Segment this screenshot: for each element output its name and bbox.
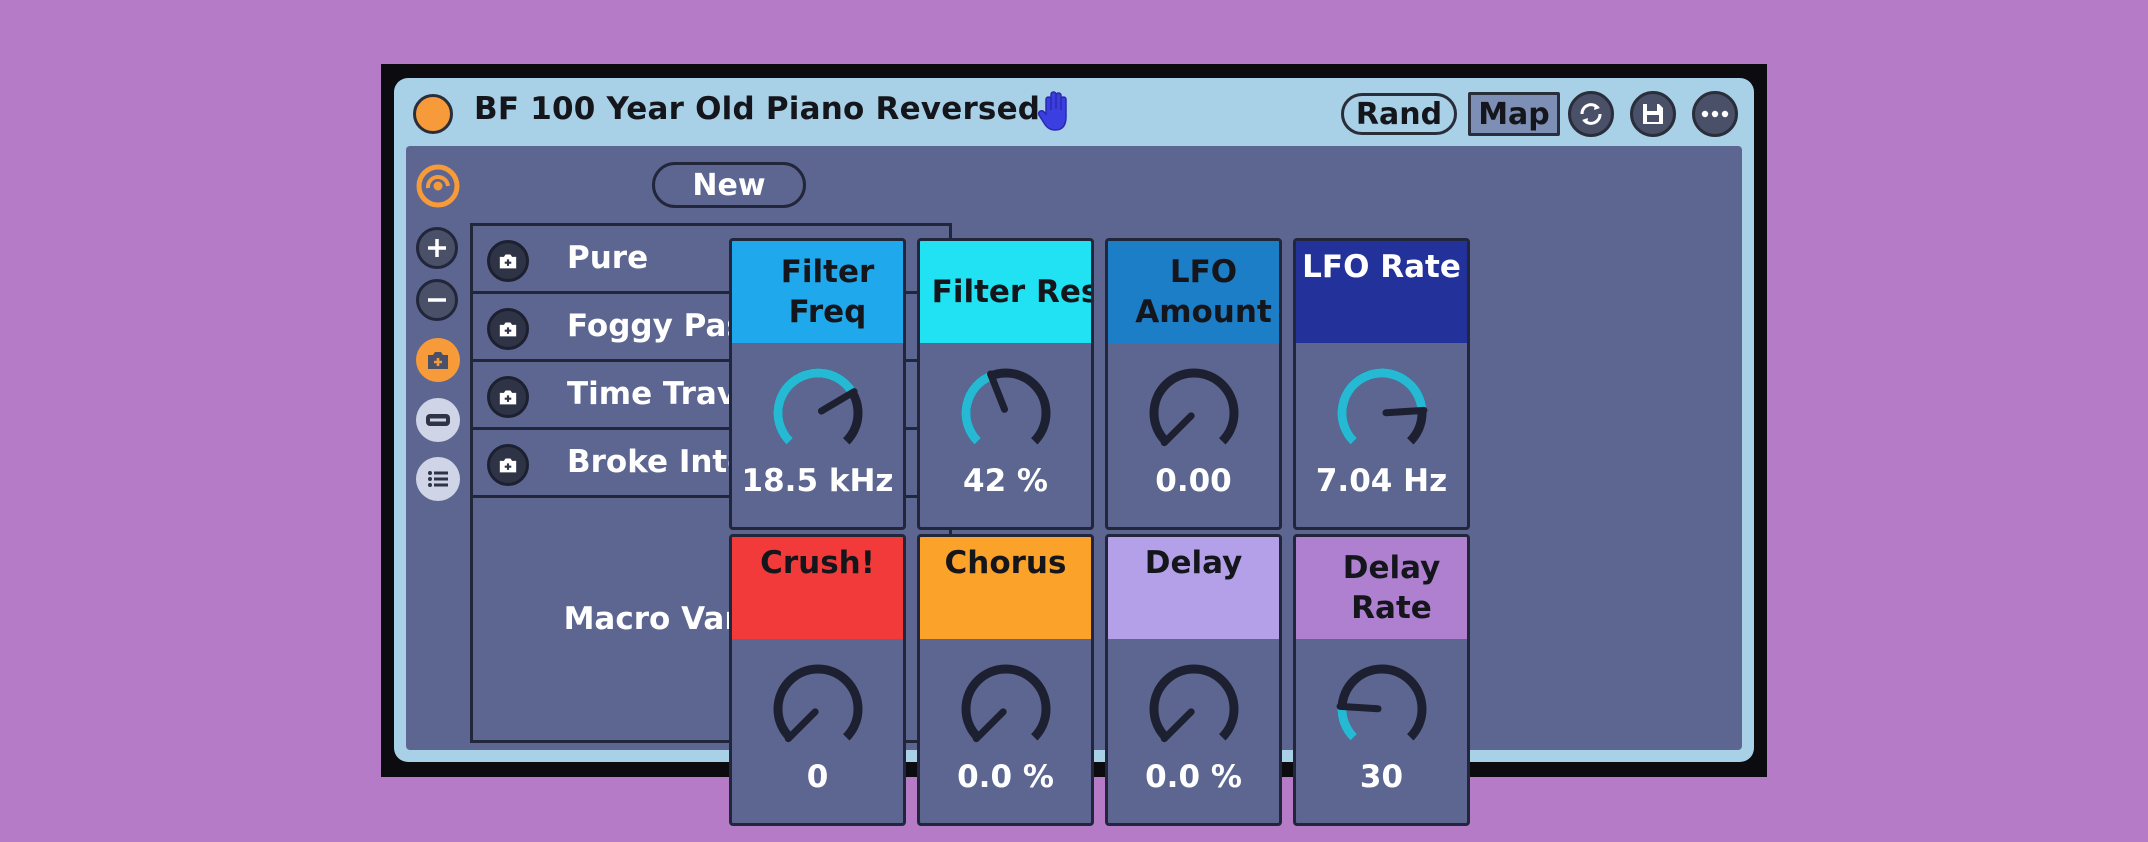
- title-bar: BF 100 Year Old Piano Reversed Rand Map: [394, 78, 1754, 146]
- delete-icon[interactable]: [416, 398, 460, 442]
- macro-value: 0: [806, 759, 829, 795]
- macro-knob-7[interactable]: Delay 0.0 %: [1105, 534, 1282, 826]
- knob-dial[interactable]: [1146, 661, 1242, 757]
- macro-label: Filter Res: [920, 241, 1091, 343]
- knob-needle: [972, 708, 1007, 743]
- knob-dial[interactable]: [1146, 365, 1242, 461]
- power-icon[interactable]: [413, 94, 453, 134]
- macro-knob-5[interactable]: Crush! 0: [729, 534, 906, 826]
- knob-track: [961, 664, 1051, 741]
- knob-track: [773, 664, 863, 741]
- camera-icon[interactable]: [487, 308, 529, 350]
- camera-icon[interactable]: [487, 240, 529, 282]
- knob-track: [1149, 664, 1239, 741]
- macro-value: 18.5 kHz: [741, 463, 894, 499]
- device-body: New Pure Foggy Past Time Travel Broke In…: [406, 146, 1742, 826]
- knob-value-arc: [773, 368, 857, 445]
- hand-icon[interactable]: [1036, 90, 1076, 134]
- camera-icon[interactable]: [416, 338, 460, 382]
- camera-icon[interactable]: [487, 376, 529, 418]
- macro-label: Filter Freq: [732, 241, 903, 343]
- knob-dial[interactable]: [770, 661, 866, 757]
- macro-knob-6[interactable]: Chorus 0.0 %: [917, 534, 1094, 826]
- macro-value: 42 %: [963, 463, 1048, 499]
- knob-needle: [817, 388, 858, 415]
- macro-value: 30: [1359, 759, 1404, 795]
- variation-logo-icon: [416, 164, 460, 208]
- map-button[interactable]: Map: [1468, 92, 1560, 136]
- macro-label: Chorus: [920, 537, 1091, 639]
- macro-value: 7.04 Hz: [1315, 463, 1448, 499]
- macro-value: 0.0 %: [1145, 759, 1242, 795]
- macro-knob-3[interactable]: LFO Amount 0.00: [1105, 238, 1282, 530]
- macro-knob-8[interactable]: Delay Rate 30: [1293, 534, 1470, 826]
- minus-icon[interactable]: [416, 279, 458, 321]
- rand-button[interactable]: Rand: [1341, 93, 1457, 135]
- macro-value: 0.0 %: [957, 759, 1054, 795]
- knob-needle: [1160, 708, 1195, 743]
- knob-needle: [987, 370, 1009, 413]
- knob-needle: [784, 708, 819, 743]
- knob-dial[interactable]: [1334, 365, 1430, 461]
- knob-dial[interactable]: [1334, 661, 1430, 757]
- knob-value-arc: [961, 371, 994, 445]
- knob-value-arc: [1337, 368, 1427, 445]
- knob-dial[interactable]: [958, 661, 1054, 757]
- knob-track: [1337, 664, 1427, 741]
- macro-knob-2[interactable]: Filter Res 42 %: [917, 238, 1094, 530]
- list-icon[interactable]: [416, 457, 460, 501]
- macro-label: LFO Amount: [1108, 241, 1279, 343]
- sync-icon[interactable]: [1568, 91, 1614, 137]
- more-icon[interactable]: [1692, 91, 1738, 137]
- macro-label: Crush!: [732, 537, 903, 639]
- save-icon[interactable]: [1630, 91, 1676, 137]
- new-variation-button[interactable]: New: [652, 162, 806, 208]
- macro-label: LFO Rate: [1296, 241, 1467, 343]
- knob-value-arc: [1337, 706, 1358, 741]
- device-title: BF 100 Year Old Piano Reversed: [474, 91, 1041, 127]
- knob-needle: [1160, 412, 1195, 447]
- knob-needle: [1382, 406, 1428, 417]
- macro-label: Delay: [1108, 537, 1279, 639]
- knob-dial[interactable]: [770, 365, 866, 461]
- macro-value: 0.00: [1155, 463, 1232, 499]
- macro-knob-4[interactable]: LFO Rate 7.04 Hz: [1293, 238, 1470, 530]
- knob-needle: [1336, 702, 1382, 713]
- macro-knob-1[interactable]: Filter Freq 18.5 kHz: [729, 238, 906, 530]
- plus-icon[interactable]: [416, 227, 458, 269]
- macro-label: Delay Rate: [1296, 537, 1467, 639]
- rack-device: BF 100 Year Old Piano Reversed Rand Map: [394, 78, 1754, 826]
- knob-track: [1149, 368, 1239, 445]
- camera-icon[interactable]: [487, 444, 529, 486]
- knob-dial[interactable]: [958, 365, 1054, 461]
